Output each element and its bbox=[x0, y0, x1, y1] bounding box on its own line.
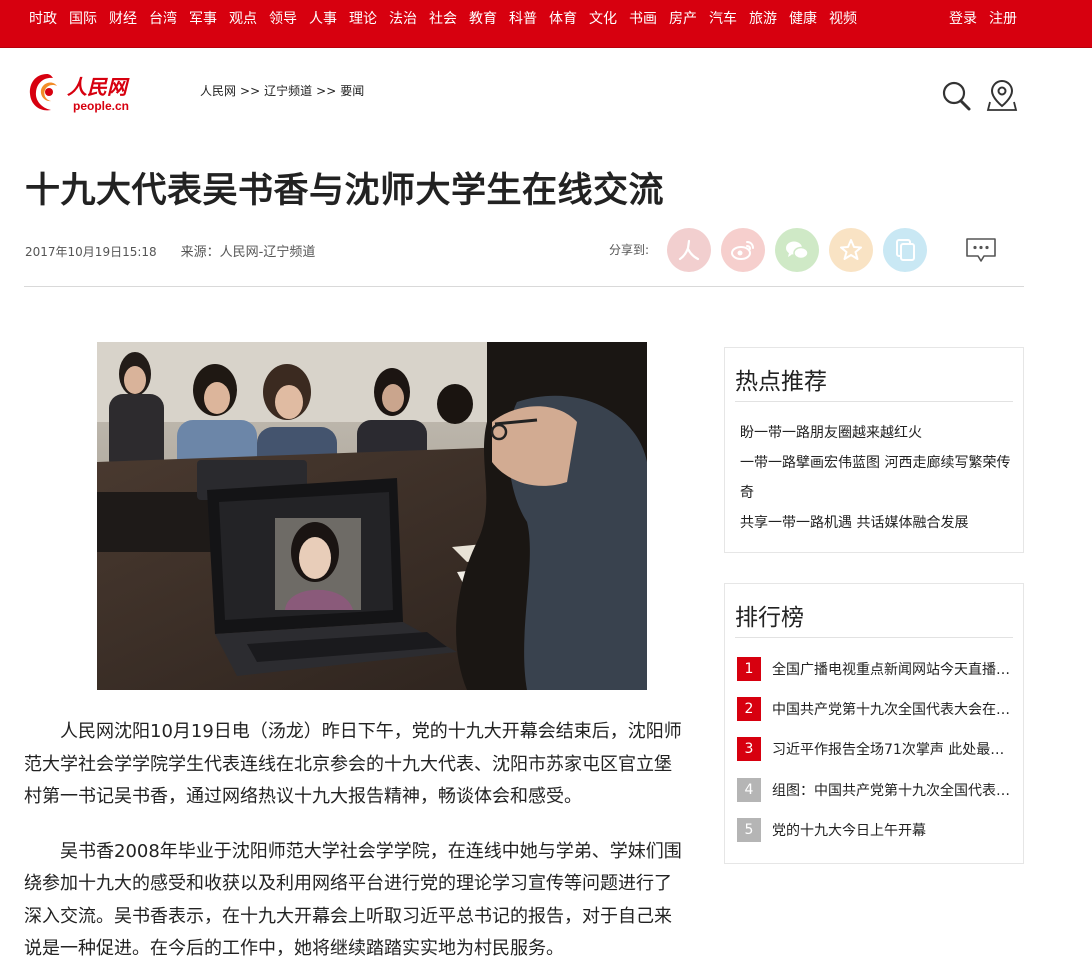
ranking-panel-title: 排行榜 bbox=[735, 605, 804, 631]
rank-title: 中国共产党第十九次全国代表大会在京开幕 bbox=[772, 702, 1012, 718]
rank-title: 组图：中国共产党第十九次全国代表大会开幕 bbox=[772, 783, 1012, 799]
title-divider bbox=[24, 286, 1024, 287]
copy-link-icon bbox=[896, 239, 915, 261]
article-photo bbox=[97, 342, 647, 690]
article-title: 十九大代表吴书香与沈师大学生在线交流 bbox=[25, 171, 665, 211]
copy-link-button[interactable] bbox=[883, 228, 927, 272]
nav-item-lingdao[interactable]: 领导 bbox=[269, 10, 297, 28]
rank-title: 全国广播电视重点新闻网站今天直播十九大开幕会 bbox=[772, 662, 1012, 678]
hot-item[interactable]: 一带一路擘画宏伟蓝图 河西走廊续写繁荣传奇 bbox=[740, 448, 1015, 508]
weibo-share-button[interactable] bbox=[721, 228, 765, 272]
search-icon[interactable] bbox=[941, 78, 973, 112]
wechat-share-button[interactable] bbox=[775, 228, 819, 272]
nav-item-jiankang[interactable]: 健康 bbox=[789, 10, 817, 28]
register-link[interactable]: 注册 bbox=[989, 10, 1017, 28]
rank-title: 习近平作报告全场71次掌声 此处最热烈 bbox=[772, 742, 1012, 758]
rank-badge: 2 bbox=[737, 697, 761, 721]
people-share-icon bbox=[678, 239, 700, 261]
hot-item[interactable]: 共享一带一路机遇 共话媒体融合发展 bbox=[740, 508, 1015, 538]
logo-domain: people.cn bbox=[73, 99, 129, 113]
ranking-item[interactable]: 1 全国广播电视重点新闻网站今天直播十九大开幕会 bbox=[737, 656, 1015, 682]
nav-item-lvyou[interactable]: 旅游 bbox=[749, 10, 777, 28]
ranking-panel-rule bbox=[735, 637, 1013, 638]
breadcrumb: 人民网 >> 辽宁频道 >> 要闻 bbox=[200, 82, 364, 99]
ranking-item[interactable]: 2 中国共产党第十九次全国代表大会在京开幕 bbox=[737, 696, 1015, 722]
logo-wordmark: 人民网 bbox=[67, 75, 130, 99]
nav-item-shizheng[interactable]: 时政 bbox=[29, 10, 57, 28]
ranking-panel: 排行榜 1 全国广播电视重点新闻网站今天直播十九大开幕会 2 中国共产党第十九次… bbox=[724, 583, 1024, 864]
nav-item-taiwan[interactable]: 台湾 bbox=[149, 10, 177, 28]
wechat-share-icon bbox=[786, 241, 809, 260]
breadcrumb-separator: >> bbox=[240, 84, 261, 98]
rank-badge: 5 bbox=[737, 818, 761, 842]
top-nav-bar: 时政 国际 财经 台湾 军事 观点 领导 人事 理论 法治 社会 教育 科普 体… bbox=[0, 0, 1092, 48]
ranking-item[interactable]: 4 组图：中国共产党第十九次全国代表大会开幕 bbox=[737, 777, 1015, 803]
nav-item-caijing[interactable]: 财经 bbox=[109, 10, 137, 28]
nav-item-guoji[interactable]: 国际 bbox=[69, 10, 97, 28]
nav-item-junshi[interactable]: 军事 bbox=[189, 10, 217, 28]
breadcrumb-channel[interactable]: 辽宁频道 bbox=[264, 84, 312, 98]
breadcrumb-home[interactable]: 人民网 bbox=[200, 84, 236, 98]
favorite-share-button[interactable] bbox=[829, 228, 873, 272]
nav-item-wenhua[interactable]: 文化 bbox=[589, 10, 617, 28]
people-logo-mark: 人民网 people.cn bbox=[29, 74, 130, 113]
rank-title: 党的十九大今日上午开幕 bbox=[772, 823, 926, 839]
rank-badge: 3 bbox=[737, 737, 761, 761]
article-source[interactable]: 来源：人民网-辽宁频道 bbox=[181, 245, 316, 260]
nav-item-lilun[interactable]: 理论 bbox=[349, 10, 377, 28]
login-link[interactable]: 登录 bbox=[949, 10, 977, 28]
article-body: 人民网沈阳10月19日电（汤龙）昨日下午，党的十九大开幕会结束后，沈阳师范大学社… bbox=[24, 716, 684, 957]
location-pin-icon[interactable] bbox=[986, 78, 1018, 112]
nav-item-fangchan[interactable]: 房产 bbox=[669, 10, 697, 28]
nav-item-tiyu[interactable]: 体育 bbox=[549, 10, 577, 28]
weibo-share-icon bbox=[731, 241, 754, 260]
nav-item-shehui[interactable]: 社会 bbox=[429, 10, 457, 28]
favorite-share-icon bbox=[840, 239, 862, 260]
publish-datetime: 2017年10月19日15:18 bbox=[25, 245, 157, 259]
hot-recommend-panel: 热点推荐 盼一带一路朋友圈越来越红火 一带一路擘画宏伟蓝图 河西走廊续写繁荣传奇… bbox=[724, 347, 1024, 553]
article-meta: 2017年10月19日15:18 来源：人民网-辽宁频道 bbox=[25, 241, 315, 260]
nav-item-jiaoyu[interactable]: 教育 bbox=[469, 10, 497, 28]
nav-item-guandian[interactable]: 观点 bbox=[229, 10, 257, 28]
rank-badge: 4 bbox=[737, 778, 761, 802]
hot-panel-title: 热点推荐 bbox=[735, 369, 827, 395]
breadcrumb-section[interactable]: 要闻 bbox=[340, 84, 364, 98]
nav-item-qiche[interactable]: 汽车 bbox=[709, 10, 737, 28]
nav-item-kepu[interactable]: 科普 bbox=[509, 10, 537, 28]
comment-icon[interactable] bbox=[965, 236, 997, 264]
hot-item[interactable]: 盼一带一路朋友圈越来越红火 bbox=[740, 418, 1015, 448]
article-paragraph: 吴书香2008年毕业于沈阳师范大学社会学学院，在连线中她与学弟、学妹们围绕参加十… bbox=[24, 840, 682, 957]
people-share-button[interactable] bbox=[667, 228, 711, 272]
hot-panel-rule bbox=[735, 401, 1013, 402]
nav-item-renshi[interactable]: 人事 bbox=[309, 10, 337, 28]
nav-item-fazhi[interactable]: 法治 bbox=[389, 10, 417, 28]
share-label: 分享到: bbox=[609, 243, 650, 257]
people-logo[interactable]: 人民网 people.cn bbox=[27, 68, 147, 116]
nav-item-shipin[interactable]: 视频 bbox=[829, 10, 857, 28]
article-paragraph: 人民网沈阳10月19日电（汤龙）昨日下午，党的十九大开幕会结束后，沈阳师范大学社… bbox=[24, 721, 682, 807]
breadcrumb-separator: >> bbox=[316, 84, 337, 98]
ranking-item[interactable]: 3 习近平作报告全场71次掌声 此处最热烈 bbox=[737, 736, 1015, 762]
ranking-item[interactable]: 5 党的十九大今日上午开幕 bbox=[737, 817, 1015, 843]
rank-badge: 1 bbox=[737, 657, 761, 681]
nav-item-shuhua[interactable]: 书画 bbox=[629, 10, 657, 28]
